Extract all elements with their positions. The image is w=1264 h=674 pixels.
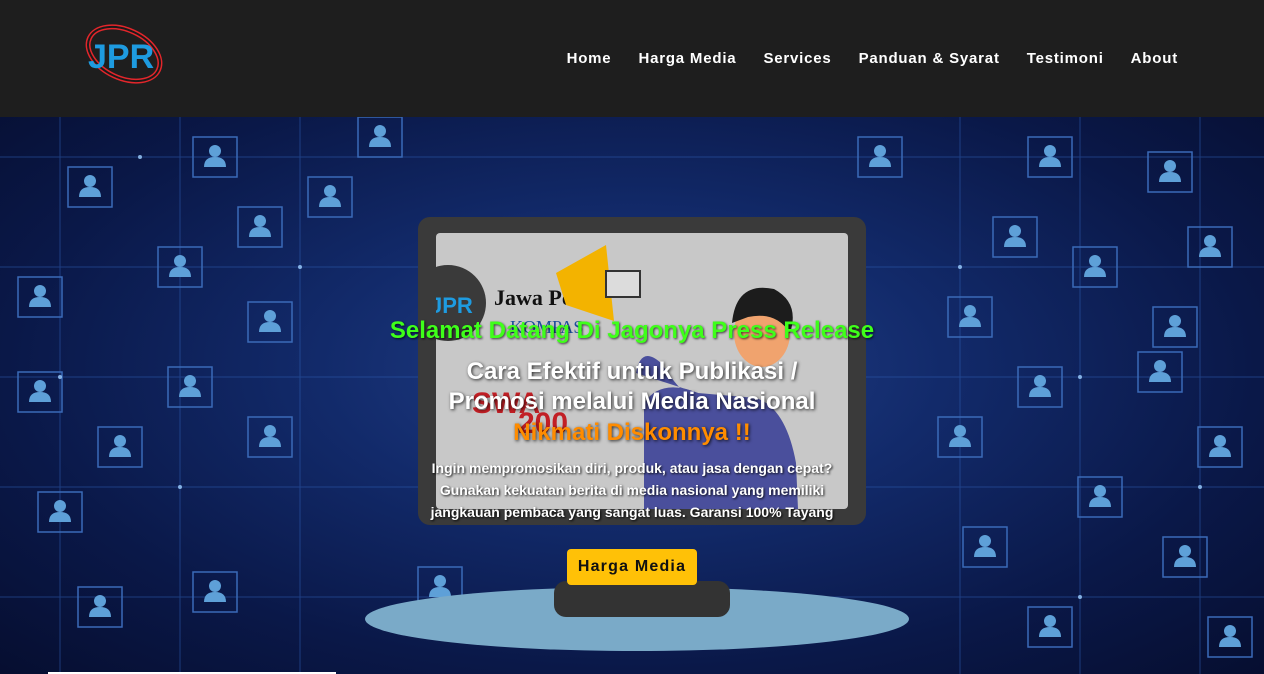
screen-logo-text: JPR: [436, 293, 473, 318]
hero-content: Selamat Datang Di Jagonya Press Release …: [332, 317, 932, 585]
hero-subtitle-line-1: Cara Efektif untuk Publikasi /: [466, 358, 798, 385]
hero-discount-text: Nikmati Diskonnya !!: [513, 419, 751, 446]
nav-home[interactable]: Home: [567, 50, 612, 67]
nav-harga-media[interactable]: Harga Media: [638, 50, 736, 67]
hero-subtitle: Cara Efektif untuk Publikasi / Promosi m…: [332, 357, 932, 417]
nav-testimoni[interactable]: Testimoni: [1027, 50, 1104, 67]
hero-description: Ingin mempromosikan diri, produk, atau j…: [332, 457, 932, 523]
hero-description-line-3: jangkauan pembaca yang sangat luas. Gara…: [430, 504, 834, 520]
hero-section: JPR Jawa Pos KOMPAS SWA 200 Selamat Data…: [0, 117, 1264, 674]
harga-media-button[interactable]: Harga Media: [566, 549, 698, 585]
nav-panduan-syarat[interactable]: Panduan & Syarat: [859, 50, 1000, 67]
site-header: JPR Home Harga Media Services Panduan & …: [0, 0, 1264, 117]
hero-description-line-2: Gunakan kekuatan berita di media nasiona…: [439, 482, 825, 498]
nav-services[interactable]: Services: [763, 50, 831, 67]
svg-text:JPR: JPR: [88, 38, 154, 76]
hero-description-line-1: Ingin mempromosikan diri, produk, atau j…: [431, 460, 833, 476]
jpr-logo[interactable]: JPR: [80, 18, 170, 88]
monitor-stand-neck: [554, 581, 730, 617]
nav-about[interactable]: About: [1131, 50, 1178, 67]
main-nav: Home Harga Media Services Panduan & Syar…: [567, 47, 1178, 69]
hero-subtitle-line-2: Promosi melalui Media Nasional: [448, 388, 816, 415]
hero-welcome-heading: Selamat Datang Di Jagonya Press Release: [389, 317, 875, 344]
